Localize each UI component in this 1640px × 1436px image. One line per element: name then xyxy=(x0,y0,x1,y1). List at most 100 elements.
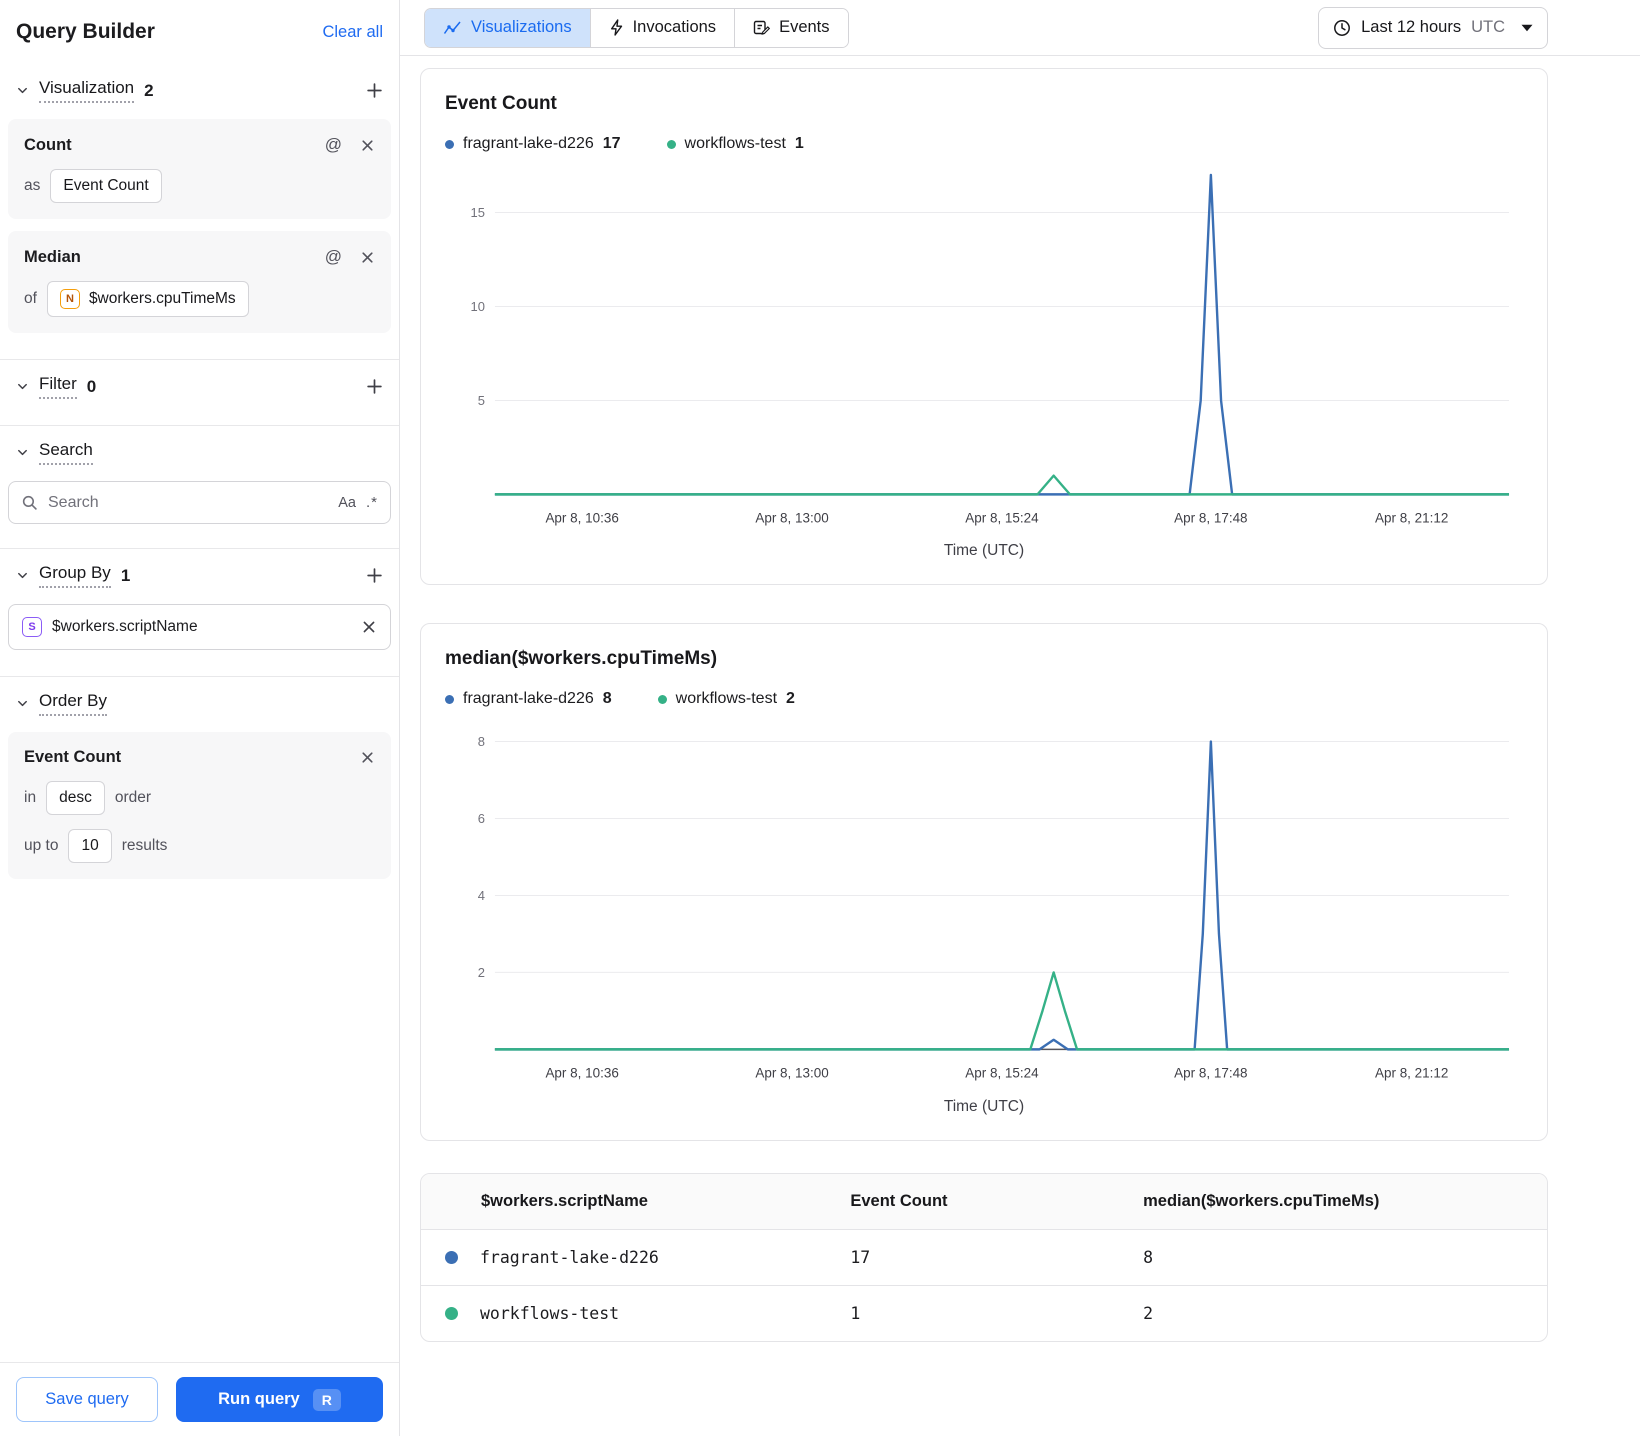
alias-chip[interactable]: Event Count xyxy=(50,169,162,203)
results-content: Event Count fragrant-lake-d226 17 workfl… xyxy=(400,56,1640,1382)
column-header-median[interactable]: median($workers.cpuTimeMs) xyxy=(1119,1173,1547,1230)
order-by-section: Order By Event Count in desc order up to… xyxy=(0,677,399,905)
sort-direction-chip[interactable]: desc xyxy=(46,781,105,815)
of-label: of xyxy=(24,290,37,307)
field-chip[interactable]: N $workers.cpuTimeMs xyxy=(46,281,249,317)
svg-text:Apr 8, 21:12: Apr 8, 21:12 xyxy=(1375,1066,1448,1081)
clock-icon xyxy=(1333,19,1351,37)
script-name-cell: fragrant-lake-d226 xyxy=(480,1247,659,1267)
search-icon xyxy=(21,494,38,511)
chevron-down-icon[interactable] xyxy=(16,84,29,97)
search-section-label: Search xyxy=(39,440,93,465)
legend-series-name: workflows-test xyxy=(684,135,786,152)
lightning-icon xyxy=(609,19,624,36)
svg-text:Apr 8, 13:00: Apr 8, 13:00 xyxy=(755,510,828,525)
event-count-line-chart[interactable]: 5 10 15 Apr 8, 10:36 Apr 8, 13:00 Apr 8, 15:2… xyxy=(445,163,1523,538)
main-area: Visualizations Invocations Events Last 1… xyxy=(400,0,1640,1436)
number-type-icon: N xyxy=(59,289,80,309)
chevron-down-icon[interactable] xyxy=(16,380,29,393)
close-icon[interactable] xyxy=(360,250,375,265)
chart-title: Event Count xyxy=(445,93,557,114)
match-case-icon[interactable]: Aa xyxy=(338,495,356,511)
count-visualization-card: Count @ as Event Count xyxy=(8,119,391,219)
filter-section: Filter 0 xyxy=(0,360,399,425)
series-dot xyxy=(445,694,454,704)
event-count-cell: 1 xyxy=(850,1303,861,1323)
order-label: order xyxy=(114,789,152,806)
legend-item[interactable]: fragrant-lake-d226 17 xyxy=(445,135,621,153)
limit-chip[interactable]: 10 xyxy=(68,829,112,863)
filter-count: 0 xyxy=(86,376,97,396)
sort-direction-value: desc xyxy=(59,789,92,806)
at-icon[interactable]: @ xyxy=(325,247,342,267)
field-value: $workers.cpuTimeMs xyxy=(88,290,236,307)
tab-visualizations[interactable]: Visualizations xyxy=(425,8,590,47)
add-group-by-button[interactable] xyxy=(366,567,383,584)
as-label: as xyxy=(24,177,41,194)
series-dot xyxy=(445,139,454,149)
series-dot xyxy=(445,1250,458,1264)
search-section: Search Aa .* xyxy=(0,426,399,548)
run-query-button[interactable]: Run query R xyxy=(176,1377,383,1422)
tab-label: Events xyxy=(779,18,830,36)
chevron-down-icon[interactable] xyxy=(16,446,29,459)
alias-value: Event Count xyxy=(63,177,149,194)
run-query-label: Run query xyxy=(218,1390,300,1408)
query-actions-bar: Save query Run query R xyxy=(0,1362,399,1436)
close-icon[interactable] xyxy=(360,138,375,153)
group-by-field-chip[interactable]: S $workers.scriptName xyxy=(8,604,391,650)
search-input[interactable] xyxy=(48,493,329,512)
svg-text:Apr 8, 15:24: Apr 8, 15:24 xyxy=(965,1066,1039,1081)
up-to-label: up to xyxy=(24,837,59,854)
run-query-shortcut-badge: R xyxy=(312,1388,341,1411)
legend-series-name: fragrant-lake-d226 xyxy=(463,690,594,708)
regex-icon[interactable]: .* xyxy=(366,494,378,511)
script-name-cell: workflows-test xyxy=(480,1303,620,1323)
tab-invocations[interactable]: Invocations xyxy=(589,8,735,47)
svg-text:Apr 8, 17:48: Apr 8, 17:48 xyxy=(1174,1066,1247,1081)
tab-label: Invocations xyxy=(632,18,717,36)
panel-title: Query Builder xyxy=(16,20,155,43)
at-icon[interactable]: @ xyxy=(325,135,342,155)
legend-series-value: 8 xyxy=(602,690,612,708)
svg-text:Apr 8, 10:36: Apr 8, 10:36 xyxy=(545,510,618,525)
series-dot xyxy=(657,694,667,704)
in-label: in xyxy=(24,789,37,806)
visualization-section: Visualization 2 Count @ as Event Count M… xyxy=(0,64,399,359)
column-header-event-count[interactable]: Event Count xyxy=(826,1173,1120,1230)
column-header-script-name[interactable]: $workers.scriptName xyxy=(421,1173,827,1230)
svg-text:6: 6 xyxy=(478,811,485,826)
median-cpu-line-chart[interactable]: 2 4 6 8 Apr 8, 10:36 Apr 8, 13:00 Apr 8, 15:24… xyxy=(445,718,1523,1093)
series-dot xyxy=(445,1306,458,1320)
legend-item[interactable]: workflows-test 1 xyxy=(666,135,804,153)
legend-item[interactable]: fragrant-lake-d226 8 xyxy=(445,690,612,708)
chevron-down-icon[interactable] xyxy=(16,697,29,710)
median-cpu-chart-card: median($workers.cpuTimeMs) fragrant-lake… xyxy=(420,623,1548,1141)
order-by-section-label: Order By xyxy=(39,691,108,716)
clear-all-link[interactable]: Clear all xyxy=(322,23,383,42)
table-row[interactable]: fragrant-lake-d226 17 8 xyxy=(421,1229,1547,1286)
svg-text:8: 8 xyxy=(478,734,485,749)
close-icon[interactable] xyxy=(361,619,377,635)
tab-events[interactable]: Events xyxy=(734,8,848,47)
legend-series-name: workflows-test xyxy=(675,690,778,708)
event-count-chart-card: Event Count fragrant-lake-d226 17 workfl… xyxy=(420,68,1548,586)
chart-legend: fragrant-lake-d226 8 workflows-test 2 xyxy=(445,690,1523,708)
close-icon[interactable] xyxy=(360,750,375,765)
x-axis-label: Time (UTC) xyxy=(943,542,1025,560)
chevron-down-icon[interactable] xyxy=(16,569,29,582)
legend-item[interactable]: workflows-test 2 xyxy=(657,690,795,708)
svg-text:Apr 8, 10:36: Apr 8, 10:36 xyxy=(545,1066,618,1081)
event-count-cell: 17 xyxy=(826,1229,1120,1286)
svg-text:4: 4 xyxy=(478,888,485,903)
add-visualization-button[interactable] xyxy=(366,82,383,99)
group-by-section: Group By 1 S $workers.scriptName xyxy=(0,549,399,676)
svg-text:15: 15 xyxy=(470,205,484,220)
save-query-button[interactable]: Save query xyxy=(16,1377,158,1422)
median-cell: 8 xyxy=(1119,1229,1547,1286)
string-type-icon: S xyxy=(22,617,42,637)
add-filter-button[interactable] xyxy=(366,378,383,395)
table-row[interactable]: workflows-test 1 2 xyxy=(421,1285,1547,1341)
time-range-dropdown[interactable]: Last 12 hours UTC xyxy=(1318,6,1548,49)
tab-label: Visualizations xyxy=(471,18,572,36)
